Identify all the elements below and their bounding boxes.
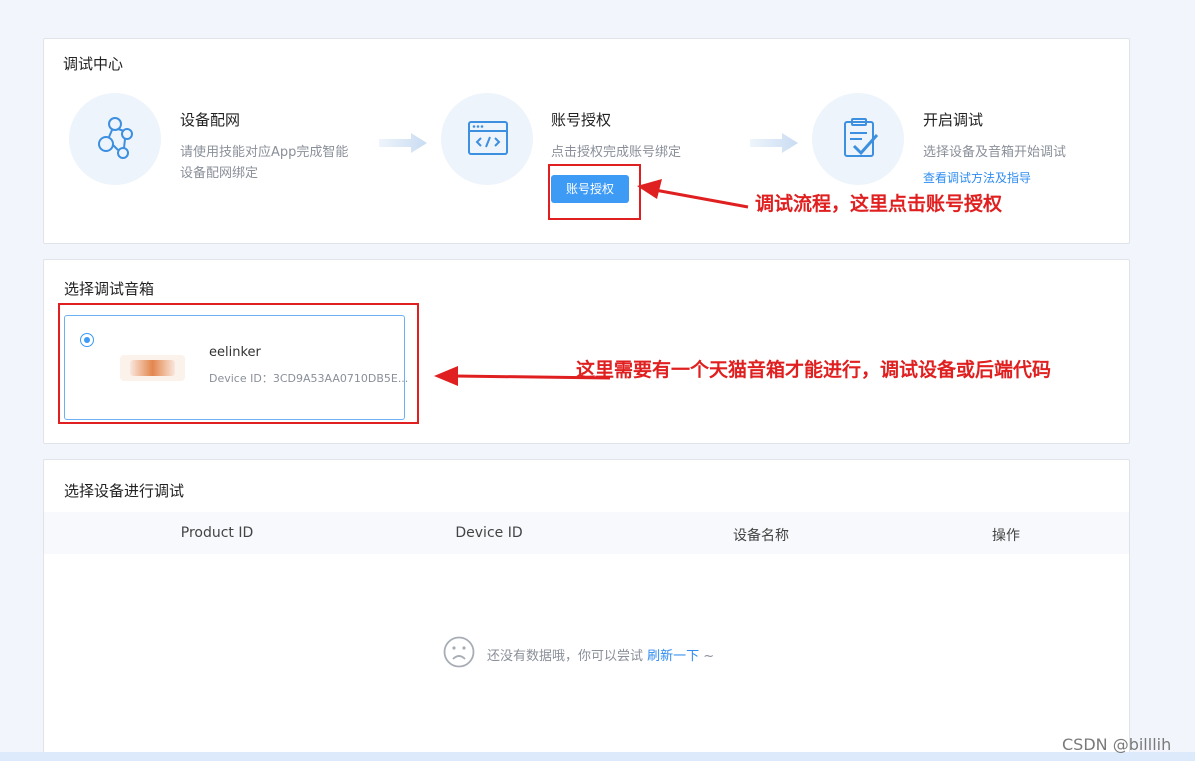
- column-header: 操作: [992, 528, 1020, 544]
- code-window-icon: [441, 93, 533, 185]
- debug-guide-link[interactable]: 查看调试方法及指导: [923, 169, 1031, 186]
- column-header: 设备名称: [733, 528, 789, 544]
- page-bottom-strip: [0, 752, 1195, 761]
- device-select-card: 选择设备进行调试 Product ID Device ID 设备名称 操作 还没…: [43, 459, 1130, 760]
- step-network-desc-line1: 请使用技能对应App完成智能: [180, 145, 349, 160]
- step-arrow-icon: [750, 133, 798, 153]
- empty-suffix: ~: [699, 649, 715, 664]
- device-section-title: 选择设备进行调试: [64, 482, 185, 500]
- column-header: Product ID: [180, 525, 254, 541]
- network-nodes-icon: [69, 93, 161, 185]
- annotation-box-auth: [548, 164, 641, 220]
- refresh-link[interactable]: 刷新一下: [647, 649, 699, 664]
- empty-text: 还没有数据哦，你可以尝试: [487, 649, 644, 664]
- step-arrow-icon: [379, 133, 427, 153]
- step-auth-desc: 点击授权完成账号绑定: [551, 145, 682, 160]
- step-network-desc-line2: 设备配网绑定: [180, 166, 259, 181]
- annotation-text-speaker: 这里需要有一个天猫音箱才能进行，调试设备或后端代码: [576, 359, 1052, 381]
- step-debug-title: 开启调试: [923, 111, 984, 129]
- column-header: Device ID: [455, 525, 523, 541]
- speaker-section-title: 选择调试音箱: [64, 280, 155, 298]
- sad-face-icon: [443, 636, 475, 668]
- clipboard-check-icon: [812, 93, 904, 185]
- empty-state: 还没有数据哦，你可以尝试 刷新一下 ~: [443, 636, 714, 668]
- watermark-text: CSDN @billlih: [1062, 735, 1172, 754]
- annotation-box-speaker: [58, 303, 419, 424]
- step-network-title: 设备配网: [180, 111, 241, 129]
- step-auth-title: 账号授权: [551, 111, 612, 129]
- device-table-header: Product ID Device ID 设备名称 操作: [44, 512, 1129, 554]
- debug-center-title: 调试中心: [63, 55, 124, 73]
- step-network-desc: 请使用技能对应App完成智能 设备配网绑定: [180, 142, 348, 184]
- step-debug-desc: 选择设备及音箱开始调试: [923, 145, 1067, 160]
- empty-message: 还没有数据哦，你可以尝试 刷新一下 ~: [487, 645, 714, 664]
- annotation-text-auth: 调试流程，这里点击账号授权: [755, 193, 1003, 215]
